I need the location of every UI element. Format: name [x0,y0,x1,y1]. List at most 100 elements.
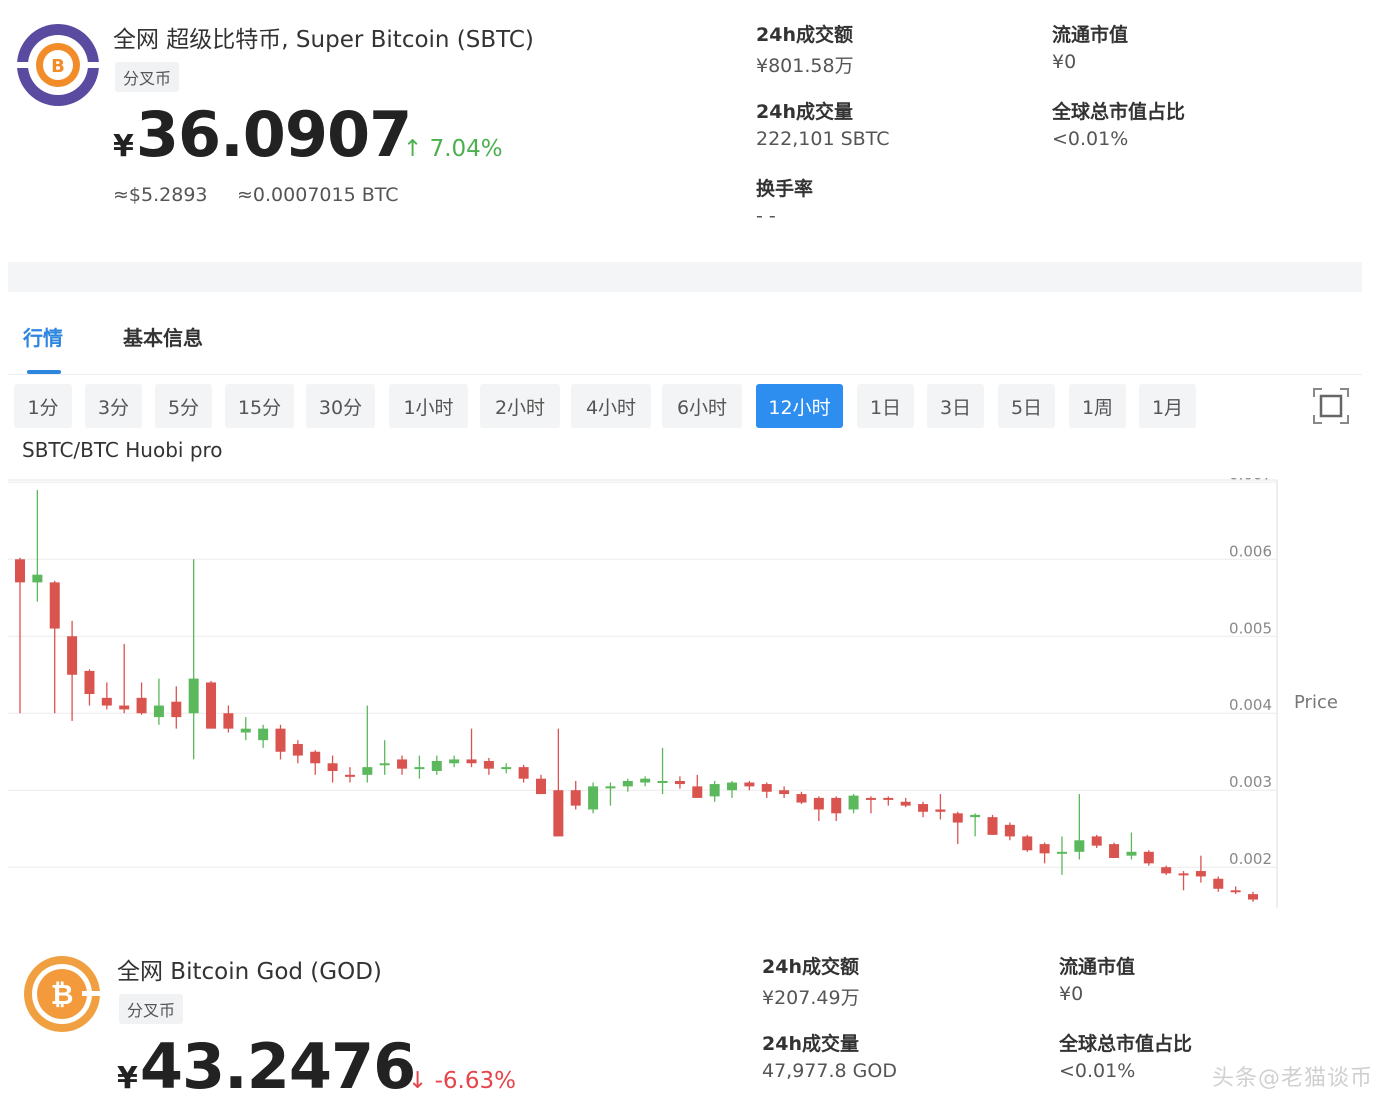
candle-body [223,713,234,729]
candlestick-chart[interactable]: 0.007 0.006 0.005 0.004 0.003 0.002 [0,478,1374,910]
fullscreen-icon[interactable] [1312,387,1350,425]
candle-body [414,767,425,770]
candle-down [136,682,147,715]
candle-up [240,717,251,741]
btc-conversion: ≈0.0007015 BTC [237,184,399,206]
volume-amount-label: 24h成交额 [756,24,853,46]
candle-body [1056,851,1067,854]
candle-body [362,767,373,775]
interval-6h-button[interactable]: 6小时 [662,384,742,428]
candle-up [414,755,425,779]
candle-down [1248,891,1258,902]
coin-price: ¥ 36.0907 [113,98,412,171]
candle-body [588,786,599,810]
candle-up [605,782,616,806]
turnover-label: 换手率 [756,178,814,200]
candle-down [310,750,321,775]
candle-down [1178,871,1189,891]
interval-1m-button[interactable]: 1月 [1139,384,1196,428]
candle-up [188,559,199,760]
candle-body [918,804,929,812]
interval-1d-button[interactable]: 1日 [857,384,914,428]
candle-up [449,755,460,768]
interval-1min-button[interactable]: 1分 [14,384,72,428]
interval-3d-button[interactable]: 3日 [927,384,984,428]
candle-body [119,705,130,710]
candle-down [883,796,894,806]
tab-divider [8,374,1362,375]
candle-down [813,796,824,822]
candle-body [709,784,720,797]
candle-body [1248,894,1258,900]
price-value: 43.2476 [139,1030,416,1103]
candle-body [379,763,390,766]
candle-down [292,740,303,764]
candle-down [1195,855,1206,883]
candle-down [1230,886,1241,895]
candle-body [935,809,946,812]
candle-down [987,814,998,835]
coin-name: 全网 超级比特币, Super Bitcoin (SBTC) [113,27,534,53]
y-tick-label: 0.006 [1229,542,1272,560]
tab-basic-info[interactable]: 基本信息 [123,322,203,351]
candle-body [692,786,703,798]
interval-30min-button[interactable]: 30分 [306,384,375,428]
candle-down [466,728,477,768]
market-cap-label: 流通市值 [1059,956,1136,978]
candle-body [275,728,286,752]
interval-1w-button[interactable]: 1周 [1069,384,1126,428]
tab-market[interactable]: 行情 [23,322,63,351]
y-tick-label: 0.005 [1229,619,1272,637]
interval-1h-button[interactable]: 1小时 [389,384,468,428]
candle-down [1109,842,1120,858]
candle-body [813,797,824,810]
candle-down [1143,850,1154,866]
interval-15min-button[interactable]: 15分 [225,384,294,428]
candle-up [362,705,373,783]
candle-down [344,767,355,783]
candle-body [1109,844,1120,858]
candle-body [310,751,321,764]
candle-up [258,724,269,748]
volume-amount-value: ¥801.58万 [756,55,854,77]
candle-up [727,780,738,798]
candle-body [1213,878,1224,889]
interval-3min-button[interactable]: 3分 [85,384,142,428]
candle-body [1161,867,1172,874]
interval-4h-button[interactable]: 4小时 [571,384,651,428]
candle-down [831,796,842,822]
candle-body [727,782,738,791]
candle-down [744,780,755,791]
candle-down [1091,834,1102,848]
candle-down [692,774,703,798]
candle-body [431,760,442,771]
candle-body [153,705,164,718]
interval-2h-button[interactable]: 2小时 [480,384,560,428]
candle-body [171,701,182,718]
candle-down [535,774,546,795]
candle-up [1126,832,1137,860]
price-value: 36.0907 [135,98,412,171]
candle-down [952,811,963,845]
candle-body [258,728,269,741]
candle-body [1091,836,1102,846]
candle-body [1178,873,1189,876]
candle-body [188,678,199,714]
candle-down [674,776,685,789]
candle-body [674,780,685,785]
volume-qty-value: 222,101 SBTC [756,128,890,150]
candle-up [153,678,164,725]
candle-body [15,559,25,583]
candle-body [327,763,338,771]
candle-up [640,776,651,787]
candle-body [952,813,963,823]
candle-up [657,747,668,795]
volume-qty-value: 47,977.8 GOD [762,1060,897,1082]
candle-down [796,791,807,805]
interval-5min-button[interactable]: 5分 [155,384,212,428]
candle-up [1074,794,1085,860]
interval-5d-button[interactable]: 5日 [998,384,1055,428]
interval-12h-button[interactable]: 12小时 [756,384,843,428]
candle-up [431,755,442,775]
candle-body [1074,840,1085,852]
